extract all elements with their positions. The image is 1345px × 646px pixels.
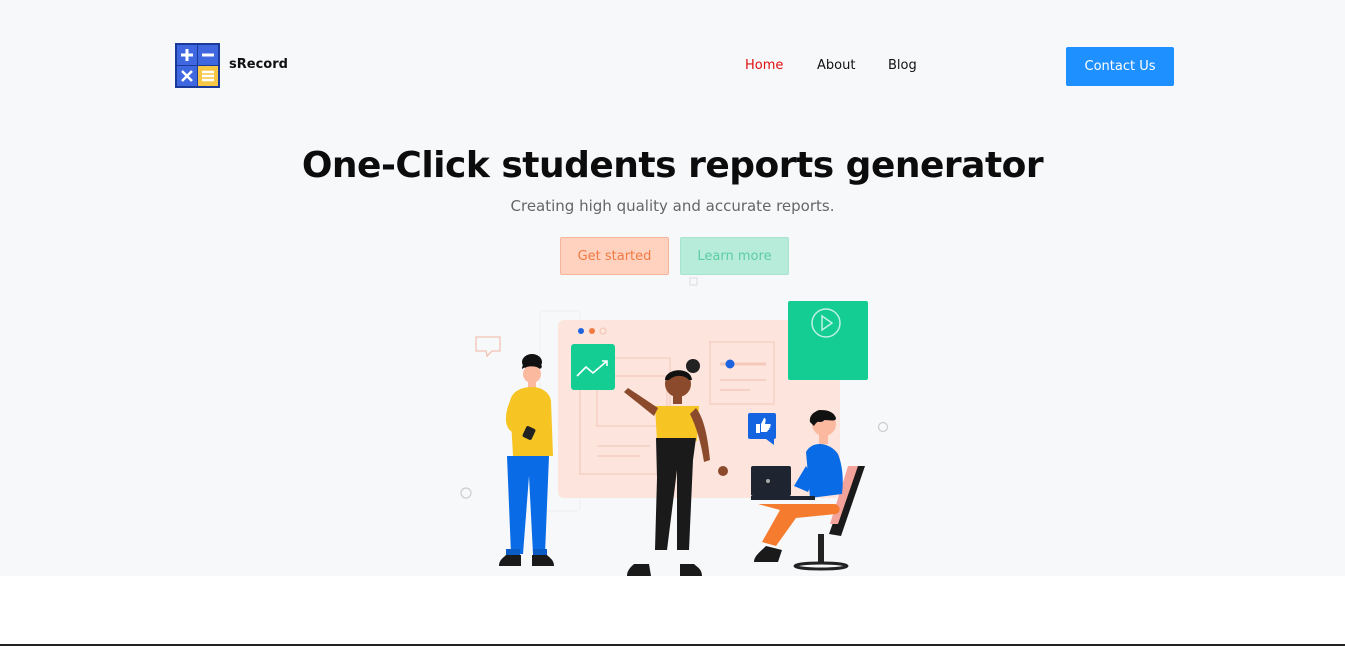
nav-home[interactable]: Home <box>745 58 783 73</box>
nav-blog[interactable]: Blog <box>888 58 917 73</box>
hero-title: One-Click students reports generator <box>301 145 1044 186</box>
learn-more-button[interactable]: Learn more <box>680 237 789 275</box>
hero-illustration <box>460 277 889 576</box>
nav-about[interactable]: About <box>817 58 855 73</box>
brand-name[interactable]: sRecord <box>229 57 288 72</box>
trend-chart-icon <box>571 344 615 390</box>
calculator-logo-icon[interactable] <box>175 43 220 88</box>
chat-bubble-icon <box>475 336 501 358</box>
hero-section: sRecord Home About Blog Contact Us One-C… <box>0 0 1345 576</box>
contact-us-button[interactable]: Contact Us <box>1066 47 1174 86</box>
get-started-button[interactable]: Get started <box>560 237 669 275</box>
person-left <box>499 354 554 566</box>
hero-subtitle: Creating high quality and accurate repor… <box>510 197 835 215</box>
play-icon <box>788 301 868 380</box>
